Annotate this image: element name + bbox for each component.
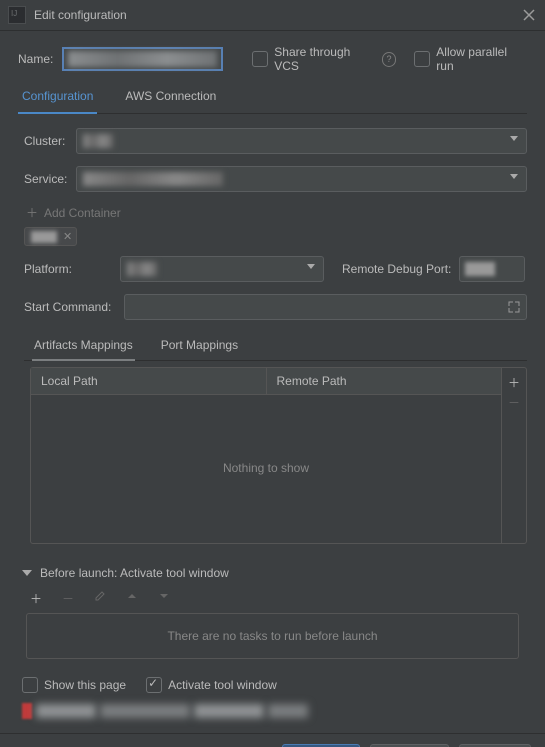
- chevron-down-icon: [22, 570, 32, 576]
- title-bar: Edit configuration: [0, 0, 545, 31]
- mapping-tabs: Artifacts Mappings Port Mappings: [24, 332, 527, 361]
- name-label: Name:: [18, 52, 62, 66]
- tab-artifacts-mappings[interactable]: Artifacts Mappings: [32, 332, 135, 360]
- activate-tool-window-checkbox[interactable]: [146, 677, 162, 693]
- service-select[interactable]: [76, 166, 527, 192]
- main-tabs: Configuration AWS Connection: [18, 83, 527, 114]
- redacted-platform-value: [127, 262, 157, 276]
- cluster-select[interactable]: [76, 128, 527, 154]
- dialog-footer: ? Debug Cancel Apply: [0, 733, 545, 747]
- share-vcs-checkbox[interactable]: [252, 51, 268, 67]
- mappings-empty-text: Nothing to show: [31, 395, 501, 540]
- show-this-page-checkbox[interactable]: [22, 677, 38, 693]
- remove-task-button: －: [62, 590, 74, 607]
- tab-port-mappings[interactable]: Port Mappings: [159, 332, 240, 360]
- app-icon: [8, 6, 26, 24]
- remote-debug-label: Remote Debug Port:: [342, 262, 451, 276]
- before-launch-empty-text: There are no tasks to run before launch: [26, 613, 519, 659]
- allow-parallel-checkbox[interactable]: [414, 51, 430, 67]
- cluster-label: Cluster:: [24, 134, 76, 148]
- column-local-path[interactable]: Local Path: [31, 368, 267, 394]
- before-launch-toolbar: ＋ －: [22, 580, 523, 613]
- close-icon[interactable]: ✕: [63, 230, 72, 243]
- platform-select[interactable]: [120, 256, 324, 282]
- window-title: Edit configuration: [34, 8, 521, 22]
- tab-aws-connection[interactable]: AWS Connection: [121, 83, 220, 113]
- name-input[interactable]: [62, 47, 223, 71]
- chevron-down-icon: [307, 264, 315, 269]
- help-icon[interactable]: ?: [382, 52, 397, 67]
- redacted-name-value: [68, 51, 217, 67]
- chevron-down-icon: [510, 174, 518, 179]
- chevron-down-icon: [510, 136, 518, 141]
- redacted-cluster-value: [83, 134, 113, 148]
- edit-task-button: [94, 590, 106, 607]
- remote-debug-port-input[interactable]: [459, 256, 525, 282]
- move-up-button: [126, 590, 138, 607]
- mappings-table: Local Path Remote Path Nothing to show ＋…: [30, 367, 527, 544]
- before-launch-toggle[interactable]: Before launch: Activate tool window: [22, 566, 523, 580]
- show-this-page-label: Show this page: [44, 678, 126, 692]
- redacted-status-bar: [22, 703, 523, 719]
- allow-parallel-label: Allow parallel run: [436, 45, 527, 73]
- add-container-button[interactable]: ＋ Add Container: [24, 204, 527, 221]
- start-command-input[interactable]: [124, 294, 527, 320]
- share-vcs-label: Share through VCS: [274, 45, 377, 73]
- redacted-container-name: [31, 231, 57, 243]
- tab-configuration[interactable]: Configuration: [18, 83, 97, 113]
- add-task-button[interactable]: ＋: [30, 590, 42, 607]
- activate-tool-window-label: Activate tool window: [168, 678, 277, 692]
- redacted-port-value: [465, 262, 495, 276]
- start-command-label: Start Command:: [24, 300, 124, 314]
- service-label: Service:: [24, 172, 76, 186]
- expand-icon[interactable]: [508, 301, 520, 313]
- before-launch-title: Before launch: Activate tool window: [40, 566, 229, 580]
- move-down-button: [158, 590, 170, 607]
- add-mapping-button[interactable]: ＋: [508, 374, 520, 394]
- container-tab[interactable]: ✕: [24, 227, 77, 246]
- redacted-service-value: [83, 172, 223, 186]
- platform-label: Platform:: [24, 262, 84, 276]
- add-container-label: Add Container: [44, 206, 121, 220]
- column-remote-path[interactable]: Remote Path: [267, 368, 502, 394]
- close-icon[interactable]: [521, 7, 537, 23]
- remove-mapping-button: －: [508, 394, 520, 414]
- plus-icon: ＋: [26, 204, 38, 221]
